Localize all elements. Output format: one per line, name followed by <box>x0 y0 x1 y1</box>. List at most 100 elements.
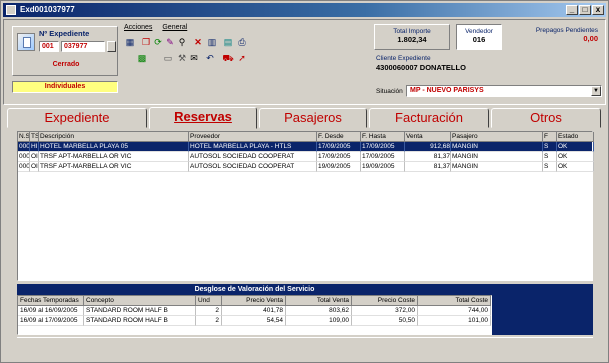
column-header[interactable]: Venta <box>405 132 451 142</box>
cell-venta: 912,68 <box>405 142 451 152</box>
document-icon[interactable]: ▭ <box>162 52 174 64</box>
cell-descripcion: TRSF APT-MARBELLA OR VIC <box>39 162 189 172</box>
column-header[interactable]: Fechas Temporadas <box>18 296 84 306</box>
vendedor-value: 016 <box>472 35 486 44</box>
tab-otros[interactable]: Otros <box>491 108 601 128</box>
column-header[interactable]: Concepto <box>84 296 196 306</box>
total-importe-value: 1.802,34 <box>397 35 427 44</box>
reservas-header-row: N.Sv TS Descripción Proveedor F. Desde F… <box>18 132 594 142</box>
copy-icon[interactable]: ❐ <box>140 36 152 48</box>
close-button[interactable]: x <box>592 5 604 15</box>
column-header[interactable]: Proveedor <box>189 132 317 142</box>
undo-icon[interactable]: ↶ <box>204 52 216 64</box>
cell-estado: OK <box>557 152 594 162</box>
situacion-select[interactable]: MP - NUEVO PARISYS ▼ <box>406 85 602 97</box>
column-header[interactable]: Pasajero <box>451 132 543 142</box>
chevron-down-icon[interactable]: ▼ <box>591 86 601 96</box>
export-icon[interactable]: ➚ <box>236 52 248 64</box>
cell-ts: HI <box>30 142 39 152</box>
cell-venta: 81,37 <box>405 162 451 172</box>
reservas-grid[interactable]: N.Sv TS Descripción Proveedor F. Desde F… <box>17 131 594 281</box>
chart-icon[interactable]: ▥ <box>206 36 218 48</box>
desglose-grid[interactable]: Fechas Temporadas Concepto Und Precio Ve… <box>17 295 492 335</box>
desglose-header-row: Fechas Temporadas Concepto Und Precio Ve… <box>18 296 491 306</box>
search-icon[interactable]: ⚲ <box>176 36 188 48</box>
cell-und: 2 <box>196 316 222 326</box>
table-row[interactable]: 0002 OI TRSF APT-MARBELLA OR VIC AUTOSOL… <box>18 152 594 162</box>
email-icon[interactable]: ✉ <box>188 52 200 64</box>
column-header[interactable]: TS <box>30 132 39 142</box>
cliente-value: 4300060007 DONATELLO <box>376 63 466 72</box>
cell-precio-coste: 372,00 <box>352 306 418 316</box>
cell-precio-coste: 50,50 <box>352 316 418 326</box>
tab-expediente[interactable]: Expediente <box>7 108 147 128</box>
expediente-label: Nº Expediente <box>39 29 90 38</box>
expediente-lookup-button[interactable] <box>107 41 116 52</box>
cell-estado: OK <box>557 142 594 152</box>
cell-pasajero: MANGIN <box>451 152 543 162</box>
cell-f: S <box>543 142 557 152</box>
expediente-status: Cerrado <box>52 61 80 68</box>
cell-proveedor: HOTEL MARBELLA PLAYA - HTLS <box>189 142 317 152</box>
column-header[interactable]: F <box>543 132 557 142</box>
tools-icon[interactable]: ⚒ <box>176 52 188 64</box>
expediente-serie-field[interactable]: 001 <box>39 41 59 52</box>
table-row[interactable]: 0001 HI HOTEL MARBELLA PLAYA 05 HOTEL MA… <box>18 142 594 152</box>
app-window: Exd001037977 _ □ x Nº Expediente 001 037… <box>0 0 609 363</box>
cell-precio-venta: 54,54 <box>222 316 286 326</box>
expediente-box: Nº Expediente 001 037977 Cerrado <box>12 26 118 76</box>
column-header[interactable]: F. Desde <box>317 132 361 142</box>
cell-estado: OK <box>557 162 594 172</box>
expediente-numero-field[interactable]: 037977 <box>61 41 105 52</box>
desglose-title: Desglose de Valoración del Servicio <box>17 284 492 295</box>
cell-nsv: 0001 <box>18 142 30 152</box>
title-bar: Exd001037977 _ □ x <box>3 3 606 17</box>
cell-f: S <box>543 152 557 162</box>
prepagos-value: 0,00 <box>583 34 598 43</box>
column-header[interactable]: F. Hasta <box>361 132 405 142</box>
cell-ts: OI <box>30 152 39 162</box>
refresh-icon[interactable]: ⟳ <box>152 36 164 48</box>
new-icon[interactable]: ▦ <box>124 36 136 48</box>
delete-icon[interactable]: ✕ <box>192 36 204 48</box>
cell-fhasta: 19/09/2005 <box>361 162 405 172</box>
tab-facturacion[interactable]: Facturación <box>369 108 489 128</box>
tab-pasajeros[interactable]: Pasajeros <box>259 108 367 128</box>
cell-f: S <box>543 162 557 172</box>
menu-acciones[interactable]: Acciones <box>124 24 152 31</box>
cell-descripcion: HOTEL MARBELLA PLAYA 05 <box>39 142 189 152</box>
excel-icon[interactable]: ▩ <box>136 52 148 64</box>
car-icon[interactable]: ⛟ <box>222 52 234 64</box>
situacion-label: Situación <box>376 88 403 95</box>
table-row[interactable]: 0003 OI TRSF APT-MARBELLA OR VIC AUTOSOL… <box>18 162 594 172</box>
column-header[interactable]: Total Venta <box>286 296 352 306</box>
cell-total-coste: 101,00 <box>418 316 491 326</box>
column-header[interactable]: N.Sv <box>18 132 30 142</box>
column-header[interactable]: Total Coste <box>418 296 491 306</box>
cell-fdesde: 17/09/2005 <box>317 142 361 152</box>
column-header[interactable]: Precio Venta <box>222 296 286 306</box>
cell-fdesde: 17/09/2005 <box>317 152 361 162</box>
cell-venta: 81,37 <box>405 152 451 162</box>
minimize-button[interactable]: _ <box>566 5 578 15</box>
edit-icon[interactable]: ✎ <box>164 36 176 48</box>
menu-general[interactable]: General <box>162 24 187 31</box>
header-panel: Nº Expediente 001 037977 Cerrado Individ… <box>3 19 606 105</box>
print-icon[interactable]: ⎙ <box>236 36 248 48</box>
cell-fhasta: 17/09/2005 <box>361 142 405 152</box>
cell-fechas: 16/09 al 17/09/2005 <box>18 316 84 326</box>
cell-precio-venta: 401,78 <box>222 306 286 316</box>
column-header[interactable]: Precio Coste <box>352 296 418 306</box>
cell-fhasta: 17/09/2005 <box>361 152 405 162</box>
cell-fdesde: 19/09/2005 <box>317 162 361 172</box>
column-header[interactable]: Und <box>196 296 222 306</box>
calendar-icon[interactable]: ▤ <box>222 36 234 48</box>
maximize-button[interactable]: □ <box>579 5 591 15</box>
vendedor-label: Vendedor <box>465 28 493 35</box>
expediente-icon <box>17 33 35 51</box>
cell-fechas: 16/09 al 16/09/2005 <box>18 306 84 316</box>
column-header[interactable]: Estado <box>557 132 594 142</box>
cliente-label: Cliente Expediente <box>376 55 431 62</box>
column-header[interactable]: Descripción <box>39 132 189 142</box>
tab-reservas[interactable]: Reservas <box>149 107 257 129</box>
